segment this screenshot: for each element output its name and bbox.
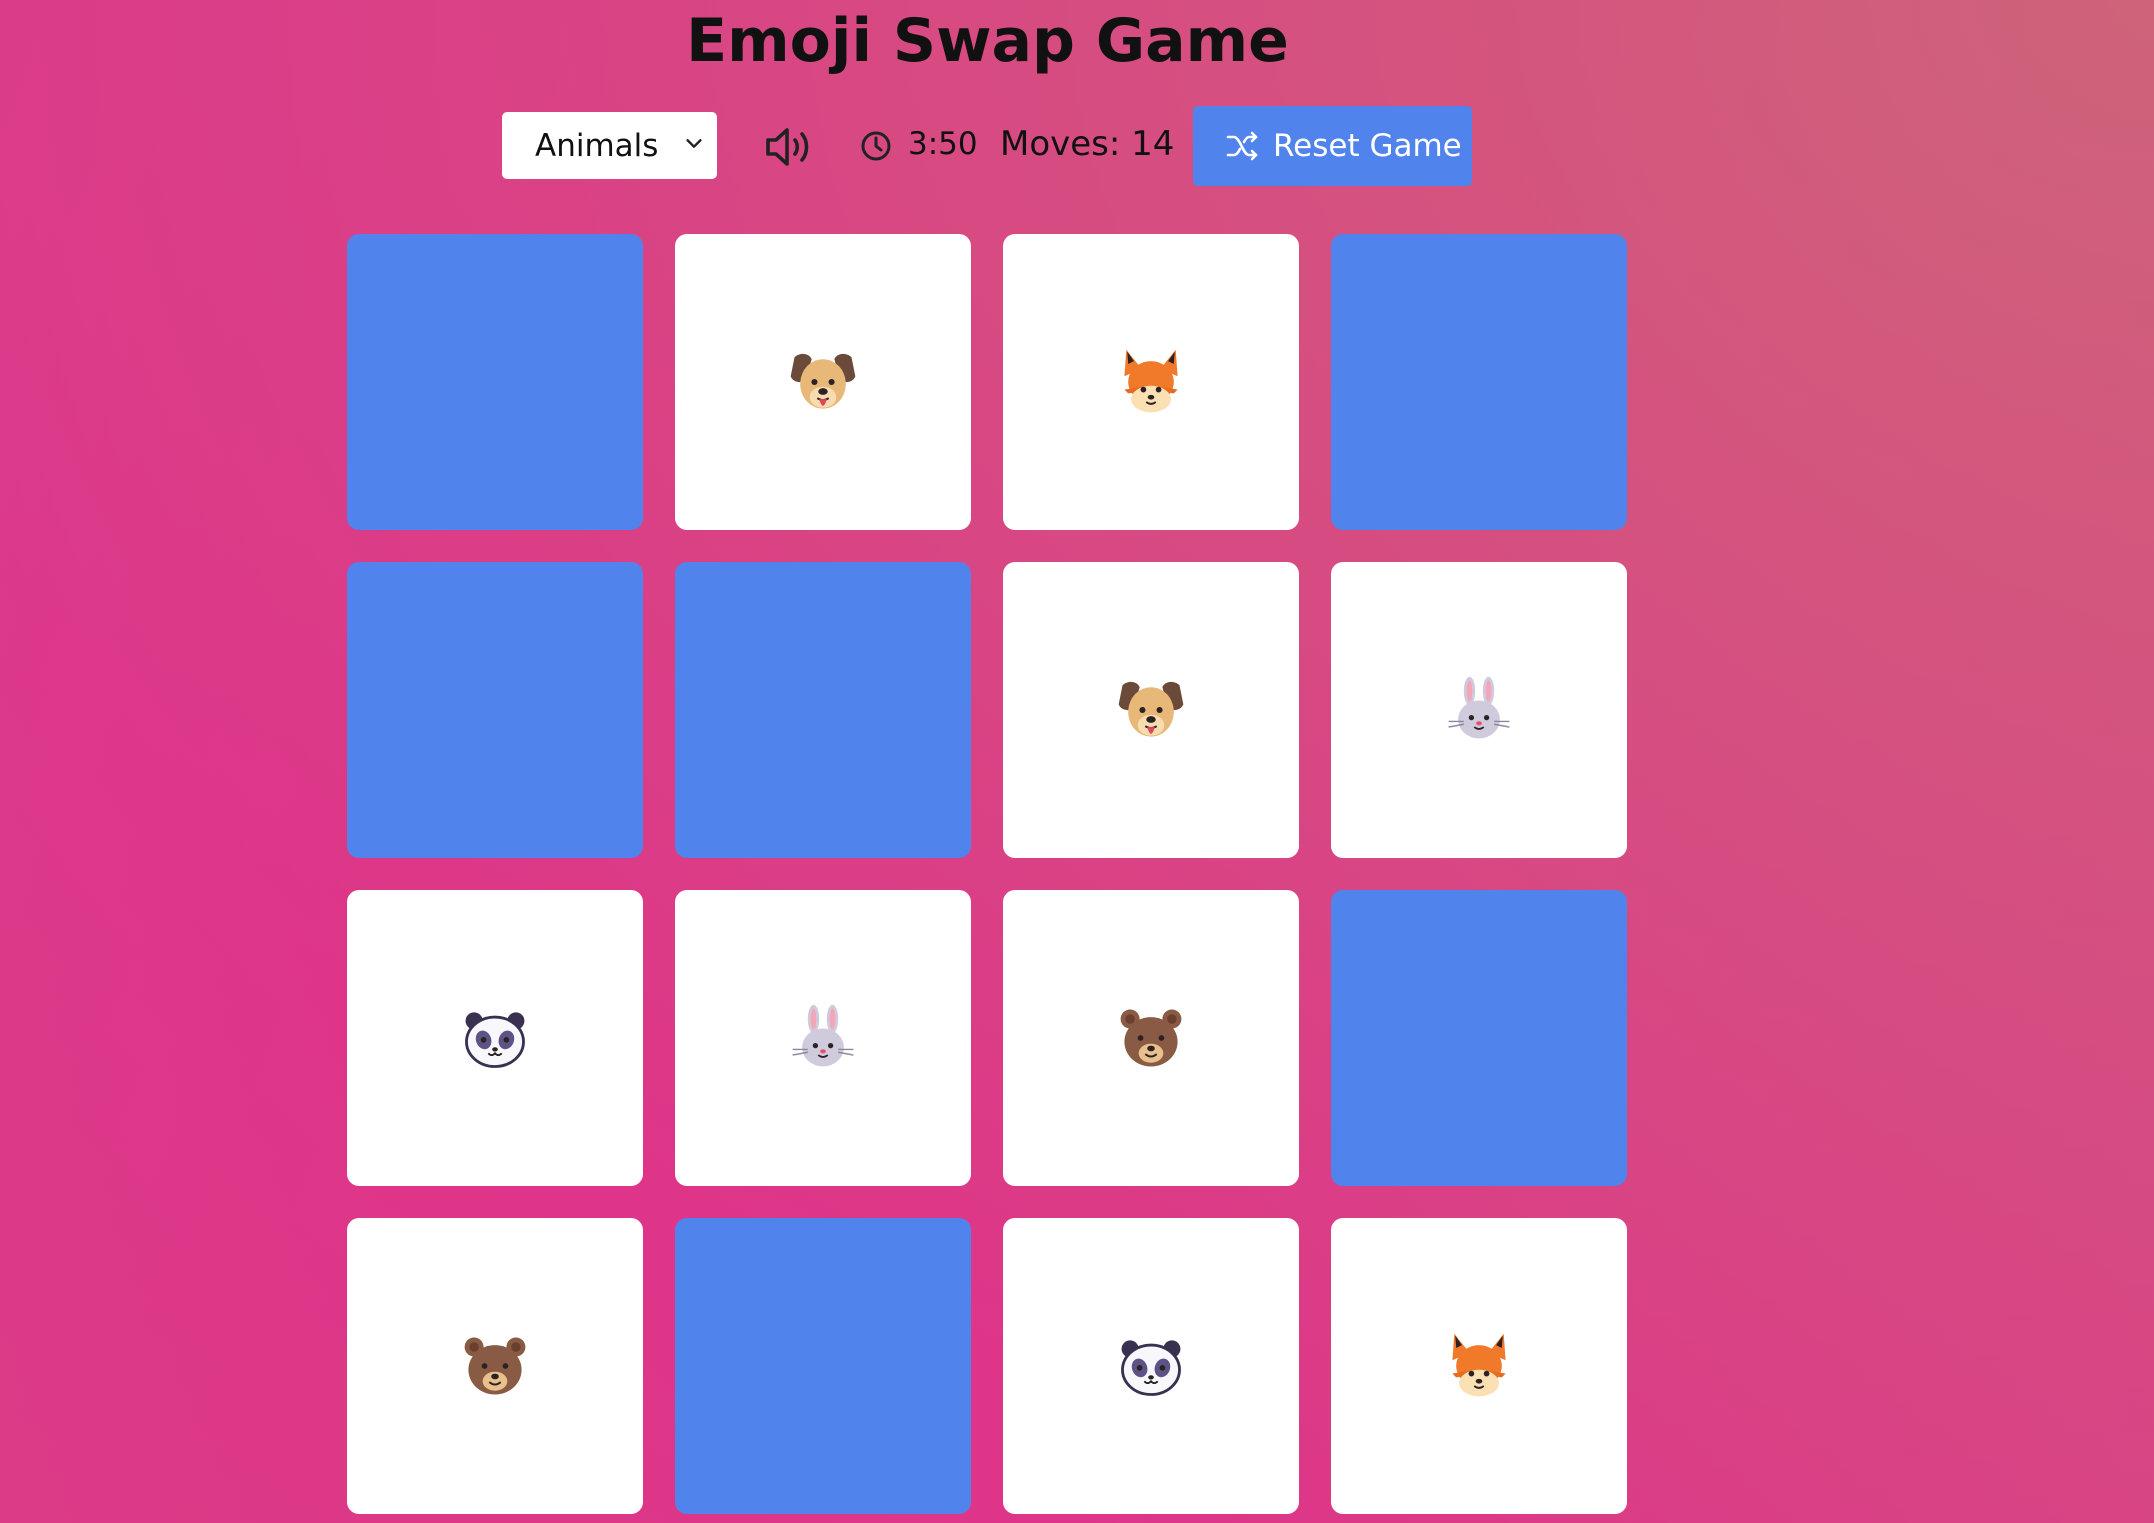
moves-counter: Moves: 14 [1000,124,1175,164]
card-13[interactable] [347,1218,643,1514]
chevron-down-icon [686,139,702,148]
card-2[interactable] [675,234,971,530]
timer-value: 3:50 [908,126,978,162]
reset-game-label: Reset Game [1273,128,1462,164]
category-select-value: Animals [535,127,659,164]
card-8[interactable] [1331,562,1627,858]
card-16[interactable] [1331,1218,1627,1514]
card-14[interactable] [675,1218,971,1514]
card-grid [347,234,1627,1514]
card-10[interactable] [675,890,971,1186]
bear-face-icon [1120,1009,1182,1067]
shuffle-icon [1226,131,1258,161]
card-11[interactable] [1003,890,1299,1186]
fox-face-icon [1124,349,1178,413]
rabbit-face-icon [792,1004,854,1067]
dog-face-icon [790,353,856,409]
card-3[interactable] [1003,234,1299,530]
card-6[interactable] [675,562,971,858]
rabbit-face-icon [1448,676,1510,739]
panda-face-icon [465,1012,525,1068]
card-1[interactable] [347,234,643,530]
panda-face-icon [1121,1340,1181,1396]
volume-icon[interactable] [764,125,814,169]
card-9[interactable] [347,890,643,1186]
card-12[interactable] [1331,890,1627,1186]
dog-face-icon [1118,681,1184,737]
card-7[interactable] [1003,562,1299,858]
bear-face-icon [464,1337,526,1395]
clock-icon [861,131,891,161]
reset-game-button[interactable]: Reset Game [1193,106,1472,186]
card-15[interactable] [1003,1218,1299,1514]
category-select[interactable]: Animals [502,112,717,179]
page-title: Emoji Swap Game [686,6,1289,76]
fox-face-icon [1452,1333,1506,1397]
card-5[interactable] [347,562,643,858]
card-4[interactable] [1331,234,1627,530]
